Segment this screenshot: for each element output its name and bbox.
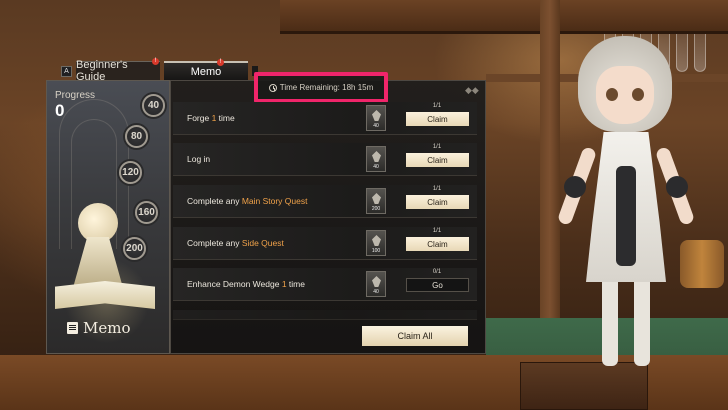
quest-name: Forge 1 time [187,113,235,123]
claim-button[interactable]: Claim [406,112,469,126]
milestone-reward[interactable]: 40 [142,94,165,117]
progress-label: Progress [55,90,96,101]
memo-icon [67,322,78,334]
character-eye [632,88,644,101]
reward-item[interactable]: 100 [366,230,386,256]
milestone-reward[interactable]: 80 [125,125,148,148]
notification-badge: ! [217,59,224,66]
wedge-icon [372,193,381,204]
claim-button[interactable]: Claim [406,237,469,251]
tab-memo[interactable]: Memo ! [164,59,248,80]
claim-button[interactable]: Claim [406,195,469,209]
quest-name: Enhance Demon Wedge 1 time [187,279,305,289]
quest-row: Complete any Main Story Quest 200 1/1 Cl… [173,185,477,218]
tab-beginners-guide[interactable]: Beginner's Guide ! [76,58,160,83]
tab-key-hint: A [61,66,72,77]
character-leg [602,276,618,366]
quest-row: Forge 1 time 40 1/1 Claim [173,102,477,135]
character-eye [606,88,618,101]
quest-progress: 1/1 [432,186,442,192]
reward-amount: 40 [373,164,379,170]
wedge-icon [372,151,381,162]
progress-value: 0 [55,101,65,120]
quest-name: Complete any Main Story Quest [187,196,308,206]
character-model [556,36,696,366]
reward-item[interactable]: 40 [366,146,386,172]
quest-name: Log in [187,154,211,164]
display-stand [520,362,648,410]
wedge-icon [372,276,381,287]
clock-icon [268,83,277,92]
quest-name: Complete any Side Quest [187,238,284,248]
quest-progress: 0/1 [432,269,442,275]
quest-row: Log in 40 1/1 Claim [173,143,477,176]
time-remaining-text: Time Remaining: 18h 15m [279,83,374,92]
memo-progress-panel: Progress 0 40 80 120 160 200 Memo [46,80,170,354]
wedge-icon [372,110,381,121]
memo-title: Memo [83,319,131,337]
reward-amount: 40 [373,123,379,129]
character-glove [564,176,586,198]
reward-amount: 200 [371,206,381,212]
wedge-icon [372,235,381,246]
memo-logo: Memo [67,319,131,337]
quest-progress: 1/1 [432,144,442,150]
go-button[interactable]: Go [406,278,469,292]
quest-progress: 1/1 [432,103,442,109]
reward-item[interactable]: 40 [366,271,386,297]
claim-all-button[interactable]: Claim All [362,326,468,346]
reward-item[interactable]: 200 [366,188,386,214]
character-glove [666,176,688,198]
mascot-illustration [71,203,125,295]
character-bodysuit [616,166,636,266]
ceiling-beam [280,0,728,34]
time-remaining: Time Remaining: 18h 15m [254,72,388,103]
reward-amount: 40 [373,289,379,295]
quest-row: Enhance Demon Wedge 1 time 40 0/1 Go [173,268,477,301]
character-leg [634,276,650,366]
tab-label: Memo [190,65,222,78]
milestone-reward[interactable]: 120 [119,161,142,184]
milestone-reward[interactable]: 160 [135,201,158,224]
quest-row: Complete any Side Quest 100 1/1 Claim [173,227,477,260]
notification-badge: ! [152,58,159,65]
claim-button[interactable]: Claim [406,153,469,167]
reward-item[interactable]: 40 [366,105,386,131]
reward-amount: 100 [371,248,381,254]
open-book-illustration [55,281,155,309]
corner-ornament-icon: ◆◆ [465,85,479,95]
quest-row-partial [173,310,477,320]
character-face [596,66,654,124]
quest-progress: 1/1 [432,228,442,234]
milestone-reward[interactable]: 200 [123,237,146,260]
